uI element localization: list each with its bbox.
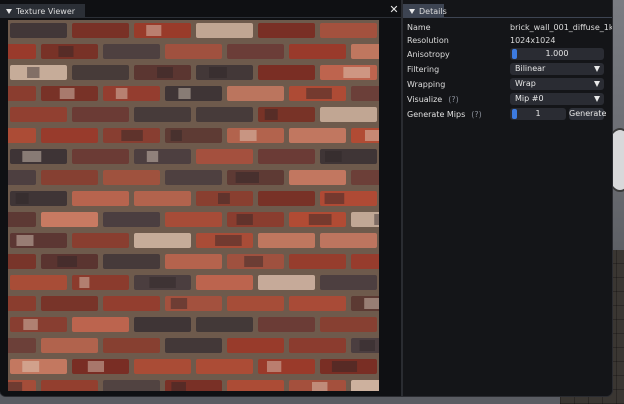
tab-underline	[403, 17, 612, 18]
tab-label: Details	[419, 6, 447, 16]
row-name: Name brick_wall_001_diffuse_1k.jpg	[407, 21, 612, 33]
filtering-label: Filtering	[407, 64, 440, 74]
chevron-down-icon	[594, 96, 600, 102]
row-visualize: Visualize (?)	[407, 93, 459, 105]
row-generate-mips: Generate Mips (?)	[407, 108, 482, 120]
chevron-down-icon	[594, 81, 600, 87]
visualize-dropdown[interactable]: Mip #0	[510, 93, 604, 105]
visualize-label: Visualize	[407, 94, 443, 104]
close-icon[interactable]: ✕	[388, 4, 400, 16]
anisotropy-slider[interactable]: 1.000	[510, 48, 604, 60]
resolution-value: 1024x1024	[510, 35, 556, 45]
tab-label: Texture Viewer	[16, 6, 76, 16]
brick-texture-image	[8, 20, 379, 391]
wrapping-dropdown[interactable]: Wrap	[510, 78, 604, 90]
wrapping-label: Wrapping	[407, 79, 446, 89]
row-anisotropy: Anisotropy	[407, 48, 507, 60]
name-label: Name	[407, 22, 431, 32]
anisotropy-value: 1.000	[545, 49, 569, 58]
visualize-help-hint[interactable]: (?)	[448, 95, 459, 104]
row-wrapping: Wrapping	[407, 78, 507, 90]
generate-mips-label: Generate Mips	[407, 109, 466, 119]
row-filtering: Filtering	[407, 63, 507, 75]
wrapping-value: Wrap	[515, 79, 536, 88]
triangle-down-icon[interactable]	[409, 8, 415, 14]
mip-count-value: 1	[535, 109, 541, 118]
mip-count-input[interactable]: 1	[510, 108, 566, 120]
tab-details[interactable]: Details	[403, 4, 447, 18]
filtering-value: Bilinear	[515, 64, 546, 73]
tab-texture-viewer[interactable]: Texture Viewer	[0, 4, 85, 18]
filtering-dropdown[interactable]: Bilinear	[510, 63, 604, 75]
triangle-down-icon[interactable]	[6, 8, 12, 14]
texture-preview[interactable]	[8, 20, 379, 391]
viewer-pane: Texture Viewer ✕	[0, 0, 401, 396]
chevron-down-icon	[594, 66, 600, 72]
anisotropy-label: Anisotropy	[407, 49, 450, 59]
details-pane: Details Name brick_wall_001_diffuse_1k.j…	[403, 0, 612, 396]
resolution-label: Resolution	[407, 35, 449, 45]
texture-viewer-window: Texture Viewer ✕ Details Name brick_wall…	[0, 0, 612, 396]
row-resolution: Resolution 1024x1024	[407, 34, 555, 46]
generate-button[interactable]: Generate	[569, 108, 606, 120]
name-value: brick_wall_001_diffuse_1k.jpg	[510, 22, 612, 32]
visualize-value: Mip #0	[515, 94, 544, 103]
tab-underline	[0, 17, 401, 18]
generate-mips-help-hint[interactable]: (?)	[471, 110, 482, 119]
